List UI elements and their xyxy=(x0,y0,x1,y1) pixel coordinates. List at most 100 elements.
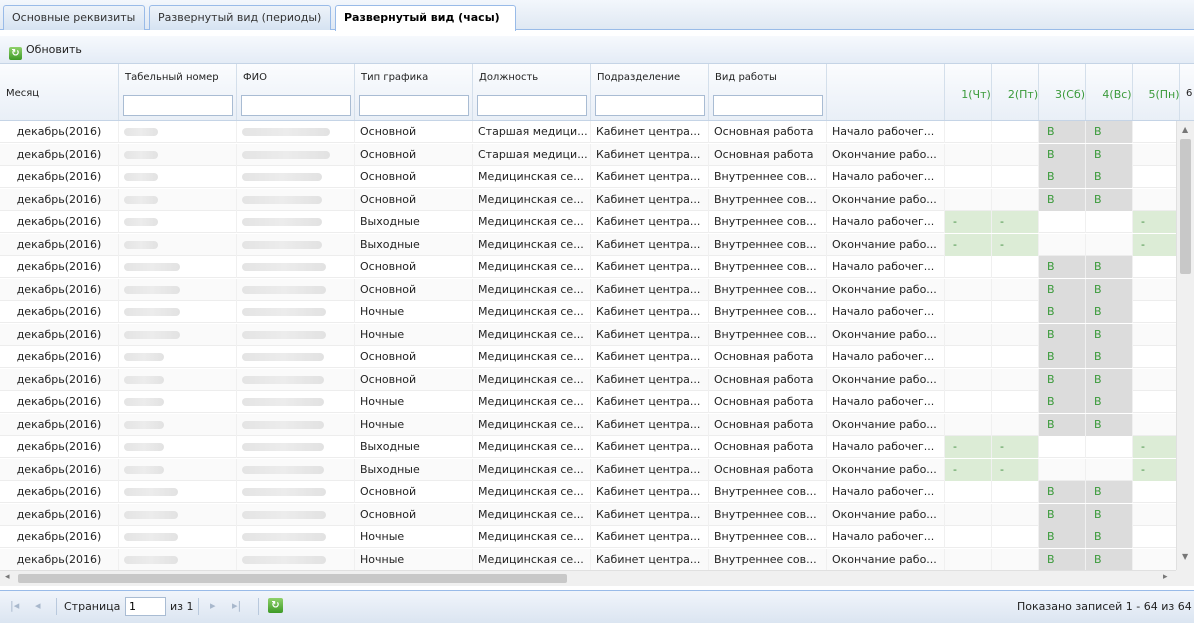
last-page-icon[interactable]: ▸| xyxy=(232,599,241,612)
cell-day-3[interactable]: В xyxy=(1039,368,1086,391)
cell-division[interactable]: Кабинет центра... xyxy=(591,548,709,570)
cell-schedule[interactable]: Основной xyxy=(355,503,473,526)
table-row[interactable]: декабрь(2016) Выходные Медицинская се... Ка… xyxy=(0,211,1176,233)
cell-day-3[interactable] xyxy=(1039,458,1086,481)
cell-position[interactable]: Медицинская се... xyxy=(473,211,591,233)
cell-division[interactable]: Кабинет центра... xyxy=(591,481,709,503)
cell-day-2[interactable] xyxy=(992,391,1039,413)
cell-division[interactable]: Кабинет центра... xyxy=(591,346,709,368)
table-row[interactable]: декабрь(2016) Основной Медицинская се... Ка… xyxy=(0,256,1176,278)
cell-tabnum[interactable] xyxy=(119,256,237,278)
cell-schedule[interactable]: Ночные xyxy=(355,413,473,436)
cell-position[interactable]: Медицинская се... xyxy=(473,256,591,278)
cell-tabnum[interactable] xyxy=(119,211,237,233)
cell-day-5[interactable] xyxy=(1133,256,1176,278)
cell-interval[interactable]: Окончание рабо... xyxy=(827,323,945,346)
cell-day-5[interactable]: - xyxy=(1133,233,1176,256)
next-page-icon[interactable]: ▸ xyxy=(210,599,216,612)
cell-day-5[interactable] xyxy=(1133,301,1176,323)
cell-division[interactable]: Кабинет центра... xyxy=(591,233,709,256)
filter-schedule-input[interactable] xyxy=(359,95,469,116)
cell-division[interactable]: Кабинет центра... xyxy=(591,278,709,301)
cell-day-1[interactable] xyxy=(945,391,992,413)
cell-fio[interactable] xyxy=(237,301,355,323)
cell-day-2[interactable] xyxy=(992,503,1039,526)
cell-month[interactable]: декабрь(2016) xyxy=(0,481,119,503)
table-row[interactable]: декабрь(2016) Ночные Медицинская се... Каби… xyxy=(0,526,1176,548)
cell-day-1[interactable] xyxy=(945,278,992,301)
prev-page-icon[interactable]: ◂ xyxy=(35,599,41,612)
cell-day-4[interactable]: В xyxy=(1086,391,1133,413)
cell-day-3[interactable]: В xyxy=(1039,256,1086,278)
cell-fio[interactable] xyxy=(237,368,355,391)
cell-day-4[interactable]: В xyxy=(1086,548,1133,570)
cell-day-2[interactable] xyxy=(992,143,1039,166)
cell-day-3[interactable]: В xyxy=(1039,481,1086,503)
cell-division[interactable]: Кабинет центра... xyxy=(591,458,709,481)
cell-month[interactable]: декабрь(2016) xyxy=(0,458,119,481)
table-row[interactable]: декабрь(2016) Выходные Медицинская се... Ка… xyxy=(0,233,1176,256)
cell-day-3[interactable]: В xyxy=(1039,278,1086,301)
cell-day-1[interactable] xyxy=(945,481,992,503)
cell-interval[interactable]: Начало рабочег... xyxy=(827,436,945,458)
cell-day-3[interactable]: В xyxy=(1039,323,1086,346)
cell-worktype[interactable]: Внутреннее сов... xyxy=(709,526,827,548)
cell-division[interactable]: Кабинет центра... xyxy=(591,391,709,413)
cell-schedule[interactable]: Основной xyxy=(355,188,473,211)
cell-month[interactable]: декабрь(2016) xyxy=(0,323,119,346)
cell-day-5[interactable] xyxy=(1133,549,1176,571)
cell-fio[interactable] xyxy=(237,481,355,503)
cell-day-1[interactable] xyxy=(945,166,992,188)
cell-interval[interactable]: Начало рабочег... xyxy=(827,256,945,278)
refresh-button[interactable]: ↻ Обновить xyxy=(7,40,84,60)
cell-day-1[interactable] xyxy=(945,413,992,436)
cell-day-4[interactable]: В xyxy=(1086,503,1133,526)
cell-day-3[interactable]: В xyxy=(1039,391,1086,413)
cell-day-5[interactable] xyxy=(1133,414,1176,436)
cell-day-2[interactable] xyxy=(992,121,1039,143)
horizontal-scrollbar[interactable]: ◂ ▸ xyxy=(0,570,1176,586)
cell-day-2[interactable] xyxy=(992,346,1039,368)
cell-day-2[interactable] xyxy=(992,301,1039,323)
cell-day-2[interactable] xyxy=(992,166,1039,188)
cell-month[interactable]: декабрь(2016) xyxy=(0,301,119,323)
cell-position[interactable]: Медицинская се... xyxy=(473,391,591,413)
cell-fio[interactable] xyxy=(237,166,355,188)
cell-worktype[interactable]: Внутреннее сов... xyxy=(709,301,827,323)
cell-day-4[interactable]: В xyxy=(1086,256,1133,278)
cell-schedule[interactable]: Выходные xyxy=(355,458,473,481)
cell-day-2[interactable] xyxy=(992,278,1039,301)
cell-schedule[interactable]: Ночные xyxy=(355,323,473,346)
cell-day-5[interactable] xyxy=(1133,144,1176,166)
cell-division[interactable]: Кабинет центра... xyxy=(591,166,709,188)
column-header-month[interactable]: Месяц xyxy=(0,64,119,120)
table-row[interactable]: декабрь(2016) Основной Медицинская се... Ка… xyxy=(0,481,1176,503)
cell-day-3[interactable]: В xyxy=(1039,526,1086,548)
cell-month[interactable]: декабрь(2016) xyxy=(0,413,119,436)
cell-day-4[interactable]: В xyxy=(1086,143,1133,166)
cell-worktype[interactable]: Внутреннее сов... xyxy=(709,256,827,278)
cell-fio[interactable] xyxy=(237,188,355,211)
cell-tabnum[interactable] xyxy=(119,121,237,143)
cell-position[interactable]: Медицинская се... xyxy=(473,503,591,526)
cell-day-5[interactable]: - xyxy=(1133,436,1176,458)
cell-worktype[interactable]: Основная работа xyxy=(709,391,827,413)
cell-day-1[interactable] xyxy=(945,346,992,368)
cell-interval[interactable]: Окончание рабо... xyxy=(827,278,945,301)
cell-tabnum[interactable] xyxy=(119,143,237,166)
cell-schedule[interactable]: Выходные xyxy=(355,211,473,233)
table-row[interactable]: декабрь(2016) Основной Старшая медици... Ка… xyxy=(0,121,1176,143)
cell-position[interactable]: Медицинская се... xyxy=(473,436,591,458)
cell-day-1[interactable]: - xyxy=(945,233,992,256)
cell-fio[interactable] xyxy=(237,121,355,143)
cell-fio[interactable] xyxy=(237,548,355,570)
filter-position-input[interactable] xyxy=(477,95,587,116)
table-row[interactable]: декабрь(2016) Основной Старшая медици... Ка… xyxy=(0,143,1176,166)
cell-position[interactable]: Медицинская се... xyxy=(473,188,591,211)
table-row[interactable]: декабрь(2016) Выходные Медицинская се... Ка… xyxy=(0,458,1176,481)
column-header-division[interactable]: Подразделение xyxy=(591,64,709,120)
cell-position[interactable]: Медицинская се... xyxy=(473,458,591,481)
cell-day-1[interactable] xyxy=(945,503,992,526)
cell-worktype[interactable]: Основная работа xyxy=(709,413,827,436)
cell-month[interactable]: декабрь(2016) xyxy=(0,211,119,233)
